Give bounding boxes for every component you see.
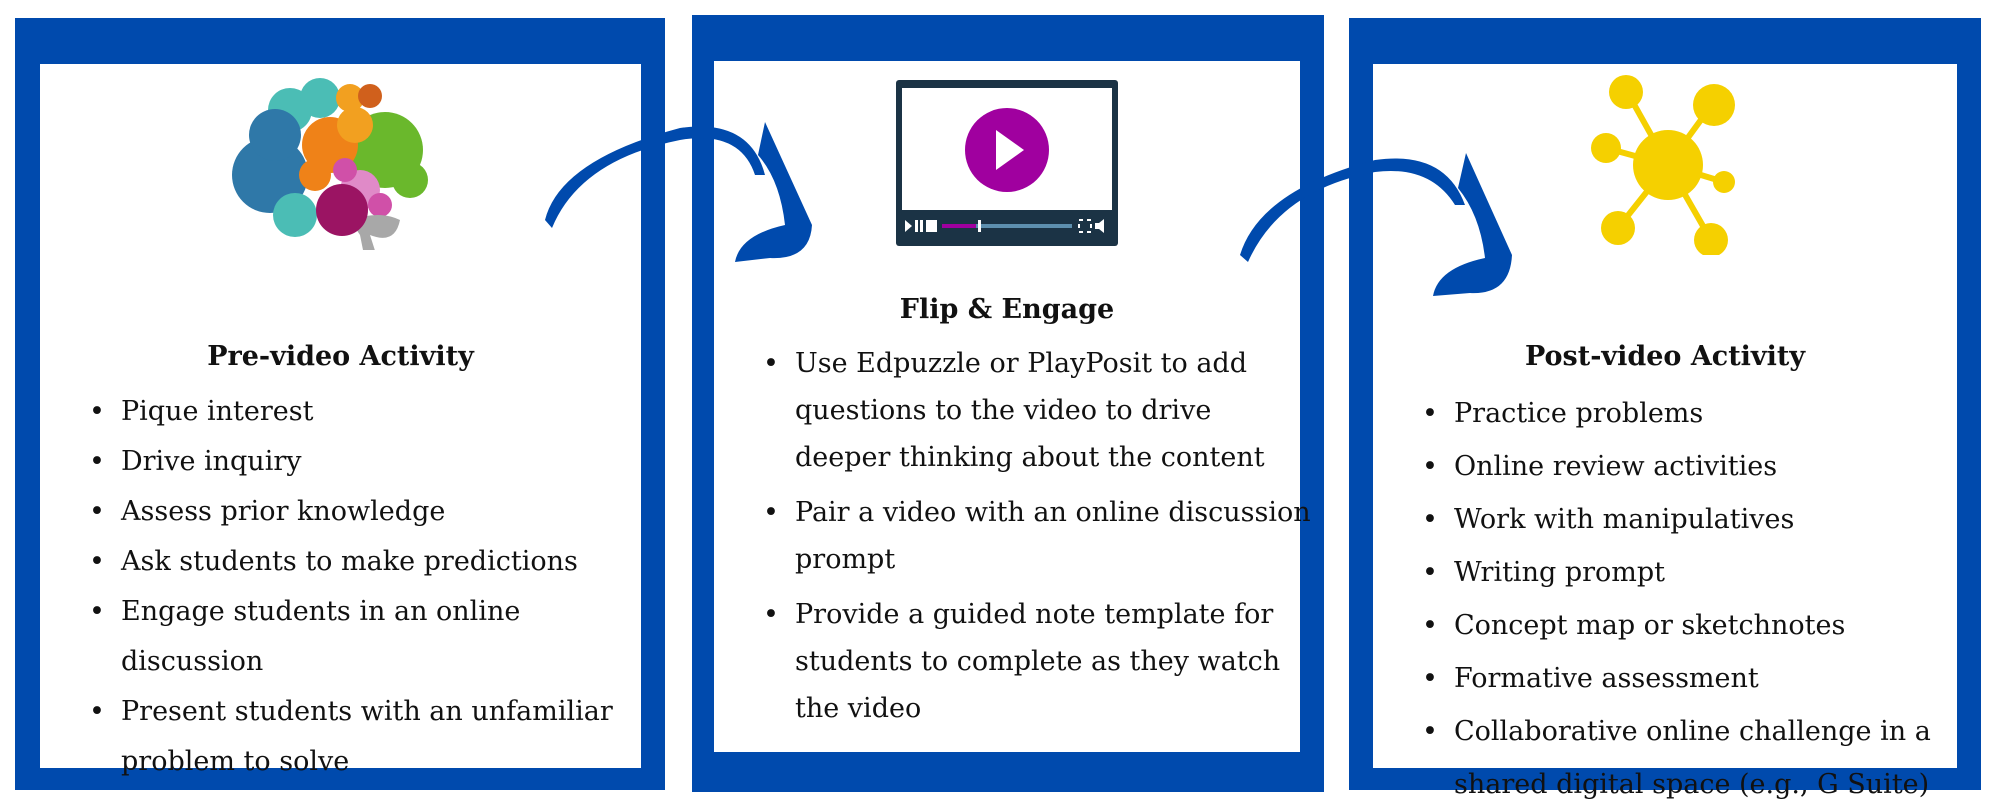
flow-arrows <box>545 122 1512 296</box>
arrow-right-icon <box>545 126 765 228</box>
arrow-right-icon <box>1240 158 1465 262</box>
